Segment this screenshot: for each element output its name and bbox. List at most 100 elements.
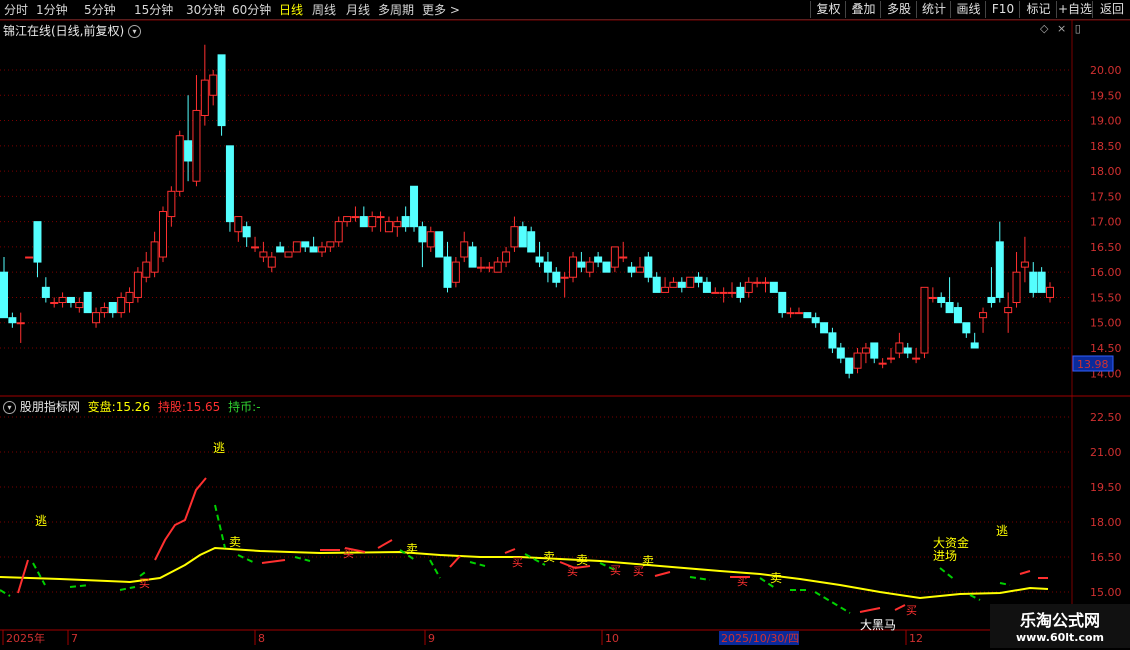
candle-body	[1029, 271, 1038, 293]
chart-title-text: 锦江在线(日线,前复权)	[3, 24, 125, 38]
candle-body	[778, 291, 787, 314]
candle-body	[343, 216, 352, 223]
candle-body	[560, 276, 569, 279]
candle-body	[610, 246, 619, 268]
candle-body	[1046, 286, 1054, 298]
annotation-buy: 买	[633, 565, 644, 578]
candle-body	[619, 256, 628, 259]
indicator-segment-green	[689, 576, 711, 581]
candle-body	[251, 246, 260, 249]
candle-body	[895, 342, 904, 354]
candle-body	[510, 226, 519, 248]
price-tick-label: 19.00	[1090, 115, 1122, 128]
annotation-big-fund: 进场	[933, 549, 957, 563]
candle-body	[543, 261, 552, 273]
candle-body	[309, 246, 318, 253]
candle-body	[393, 221, 402, 228]
date-label: 2025年	[6, 631, 45, 645]
annotation-sell: 卖	[229, 535, 241, 549]
candle-body	[276, 246, 285, 253]
annotation-escape: 逃	[35, 514, 47, 528]
candle-body	[0, 271, 8, 319]
candle-body	[836, 347, 845, 359]
diamond-icon[interactable]: ◇	[1040, 22, 1048, 35]
indicator-segment-red	[377, 539, 393, 549]
candle-body	[150, 241, 159, 273]
annotation-sell: 卖	[406, 542, 418, 556]
candle-body	[242, 226, 251, 238]
candle-body	[661, 286, 670, 293]
candle-body	[1020, 261, 1029, 268]
candle-body	[644, 256, 653, 278]
candle-body	[351, 216, 360, 219]
candle-body	[217, 54, 226, 127]
indicator-segment-red	[654, 571, 671, 577]
indicator-name: 股朋指标网	[19, 400, 80, 414]
candle-body	[167, 190, 176, 218]
candle-body	[75, 302, 84, 309]
chevron-down-icon[interactable]: ▾	[3, 401, 16, 414]
chevron-down-icon[interactable]: ▾	[128, 25, 142, 38]
date-label: 8	[258, 632, 265, 645]
candle-body	[878, 362, 887, 365]
candle-body	[928, 296, 937, 299]
candle-body	[979, 312, 988, 319]
price-tick-label: 19.50	[1090, 89, 1122, 102]
annotation-escape: 逃	[213, 441, 225, 455]
candle-body	[259, 251, 268, 258]
indicator-tick-label: 15.00	[1090, 586, 1122, 599]
candle-body	[1004, 307, 1013, 314]
annotation-buy: 买	[139, 577, 150, 590]
candle-body	[569, 256, 578, 278]
candle-body	[410, 185, 419, 228]
candle-body	[811, 317, 820, 324]
candle-body	[184, 140, 193, 162]
indicator-segment-green	[999, 582, 1011, 586]
candle-body	[443, 256, 452, 288]
candle-body	[627, 266, 636, 273]
watermark-url: www.60lt.com	[1015, 631, 1105, 644]
candle-body	[669, 281, 678, 288]
candle-body	[861, 347, 870, 354]
candle-body	[694, 276, 703, 283]
candle-body	[92, 312, 101, 324]
close-icon[interactable]: ×	[1057, 22, 1066, 35]
indicator-segment-red	[859, 607, 881, 613]
candle-body	[16, 322, 25, 325]
candle-body	[326, 241, 335, 248]
indicator-item-change: 变盘:15.26	[87, 400, 151, 414]
annotation-buy: 买	[343, 547, 354, 560]
indicator-segment-green	[294, 556, 311, 562]
indicator-item-hold: 持股:15.65	[157, 400, 221, 414]
candle-body	[845, 357, 854, 374]
indicator-segment-green	[969, 594, 981, 601]
candle-body	[108, 302, 117, 314]
indicator-segment-green	[939, 567, 956, 581]
candle-body	[1037, 271, 1046, 293]
price-tick-label: 16.50	[1090, 241, 1122, 254]
price-tick-label: 15.50	[1090, 291, 1122, 304]
indicator-segment-red	[449, 555, 461, 568]
price-tick-label: 17.00	[1090, 216, 1122, 229]
watermark: 乐淘公式网 www.60lt.com	[990, 604, 1130, 648]
indicator-segment-red	[894, 604, 906, 611]
candle-body	[485, 266, 494, 269]
price-tick-label: 18.50	[1090, 140, 1122, 153]
annotation-sell: 卖	[543, 550, 555, 564]
candle-body	[100, 307, 109, 314]
candle-body	[820, 322, 829, 334]
indicator-segment-red	[1019, 570, 1031, 575]
price-tick-label: 20.00	[1090, 64, 1122, 77]
candle-body	[1012, 271, 1021, 304]
date-label: 7	[71, 632, 78, 645]
candle-body	[376, 216, 385, 219]
watermark-title: 乐淘公式网	[1019, 611, 1100, 630]
candle-body	[761, 281, 770, 284]
annotation-sell: 卖	[770, 571, 782, 585]
candle-body	[460, 241, 469, 258]
candle-body	[535, 256, 544, 263]
candle-body	[903, 347, 912, 354]
indicator-segment-green	[429, 559, 441, 579]
layout-icon[interactable]: ▯	[1075, 22, 1081, 35]
date-label: 10	[605, 632, 619, 645]
